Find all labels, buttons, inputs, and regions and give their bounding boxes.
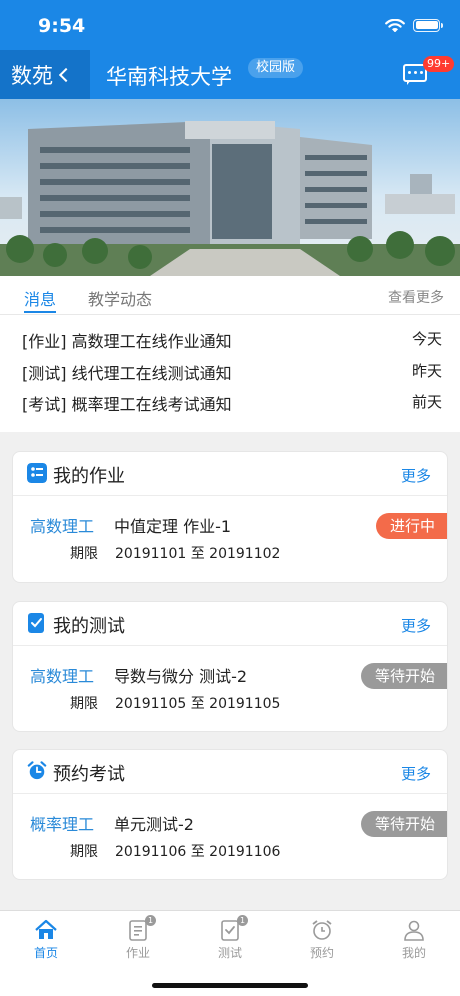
news-section: 消息 教学动态 查看更多 [作业] 高数理工在线作业通知 今天 [测试] 线代理… bbox=[0, 276, 460, 432]
tab-badge: 1 bbox=[237, 915, 248, 926]
course-name[interactable]: 高数理工 bbox=[30, 513, 94, 537]
message-count-badge: 99+ bbox=[423, 56, 455, 72]
tab-profile[interactable]: 我的 bbox=[384, 919, 444, 961]
course-name[interactable]: 概率理工 bbox=[30, 811, 94, 835]
card-header: 我的作业 更多 bbox=[13, 452, 447, 496]
tab-homework[interactable]: 1 作业 bbox=[108, 915, 168, 961]
more-link[interactable]: 更多 bbox=[401, 465, 431, 486]
status-icons bbox=[385, 18, 443, 32]
period-dates: 20191106 至 20191106 bbox=[115, 844, 281, 860]
tab-teaching-updates[interactable]: 教学动态 bbox=[88, 286, 152, 310]
task-name[interactable]: 单元测试-2 bbox=[114, 811, 194, 835]
status-badge: 进行中 bbox=[375, 513, 447, 539]
view-more-link[interactable]: 查看更多 bbox=[388, 287, 444, 307]
card-header: 预约考试 更多 bbox=[13, 750, 447, 794]
tab-label: 预约 bbox=[309, 946, 334, 960]
notice-item[interactable]: [考试] 概率理工在线考试通知 前天 bbox=[22, 391, 442, 415]
task-name[interactable]: 导数与微分 测试-2 bbox=[114, 663, 247, 687]
card-header: 我的测试 更多 bbox=[13, 602, 447, 646]
tab-home[interactable]: 首页 bbox=[16, 919, 76, 961]
notice-text: [考试] 概率理工在线考试通知 bbox=[22, 395, 232, 414]
notice-date: 昨天 bbox=[411, 362, 442, 380]
divider bbox=[0, 314, 460, 315]
period-dates: 20191105 至 20191105 bbox=[115, 696, 281, 712]
period-label: 期限 bbox=[70, 546, 98, 562]
tab-label: 首页 bbox=[33, 946, 58, 960]
homework-icon: 1 bbox=[126, 915, 156, 941]
campus-badge: 校园版 bbox=[248, 58, 304, 78]
wifi-icon bbox=[385, 18, 405, 32]
back-button[interactable]: 数苑 bbox=[0, 50, 90, 99]
home-indicator bbox=[152, 983, 308, 988]
chevron-left-icon bbox=[58, 67, 74, 82]
active-tab-indicator bbox=[24, 311, 56, 313]
back-label: 数苑 bbox=[11, 63, 53, 88]
notice-text: [测试] 线代理工在线测试通知 bbox=[22, 364, 232, 383]
status-badge: 等待开始 bbox=[360, 663, 447, 689]
app-header: 数苑 华南科技大学 校园版 99+ bbox=[0, 50, 460, 99]
alarm-clock-icon bbox=[310, 919, 334, 941]
card-title: 我的测试 bbox=[53, 616, 125, 637]
homework-card: 我的作业 更多 高数理工 中值定理 作业-1 期限 20191101 至 201… bbox=[12, 451, 448, 583]
notice-item[interactable]: [测试] 线代理工在线测试通知 昨天 bbox=[22, 360, 442, 384]
notice-item[interactable]: [作业] 高数理工在线作业通知 今天 bbox=[22, 328, 442, 352]
period-dates: 20191101 至 20191102 bbox=[115, 546, 281, 562]
profile-icon bbox=[402, 919, 426, 941]
tab-label: 测试 bbox=[217, 946, 242, 960]
status-bar: 9:54 bbox=[0, 0, 460, 50]
university-title: 华南科技大学 bbox=[106, 65, 232, 89]
tab-badge: 1 bbox=[145, 915, 156, 926]
battery-icon bbox=[413, 18, 443, 32]
card-title: 预约考试 bbox=[53, 764, 125, 785]
exam-booking-card: 预约考试 更多 概率理工 单元测试-2 期限 20191106 至 201911… bbox=[12, 749, 448, 880]
homework-icon bbox=[27, 463, 47, 483]
test-icon: 1 bbox=[218, 915, 248, 941]
bottom-tab-bar: 首页 1 作业 1 测试 预约 我的 bbox=[0, 910, 460, 996]
test-card: 我的测试 更多 高数理工 导数与微分 测试-2 期限 20191105 至 20… bbox=[12, 601, 448, 732]
period-label: 期限 bbox=[70, 844, 98, 860]
status-badge: 等待开始 bbox=[360, 811, 447, 837]
home-icon bbox=[34, 919, 58, 941]
more-link[interactable]: 更多 bbox=[401, 763, 431, 784]
tab-booking[interactable]: 预约 bbox=[292, 919, 352, 961]
notice-date: 前天 bbox=[411, 393, 442, 411]
card-title: 我的作业 bbox=[53, 466, 125, 487]
task-name[interactable]: 中值定理 作业-1 bbox=[114, 513, 231, 537]
notice-text: [作业] 高数理工在线作业通知 bbox=[22, 332, 232, 351]
notice-date: 今天 bbox=[411, 330, 442, 348]
alarm-clock-icon bbox=[27, 761, 47, 780]
status-time: 9:54 bbox=[38, 15, 86, 37]
more-link[interactable]: 更多 bbox=[401, 615, 431, 636]
tab-test[interactable]: 1 测试 bbox=[200, 915, 260, 961]
campus-banner-image bbox=[0, 99, 460, 276]
test-icon bbox=[28, 613, 44, 633]
tab-messages[interactable]: 消息 bbox=[24, 286, 56, 310]
course-name[interactable]: 高数理工 bbox=[30, 663, 94, 687]
tab-label: 作业 bbox=[125, 946, 150, 960]
tab-label: 我的 bbox=[401, 946, 426, 960]
period-label: 期限 bbox=[70, 696, 98, 712]
